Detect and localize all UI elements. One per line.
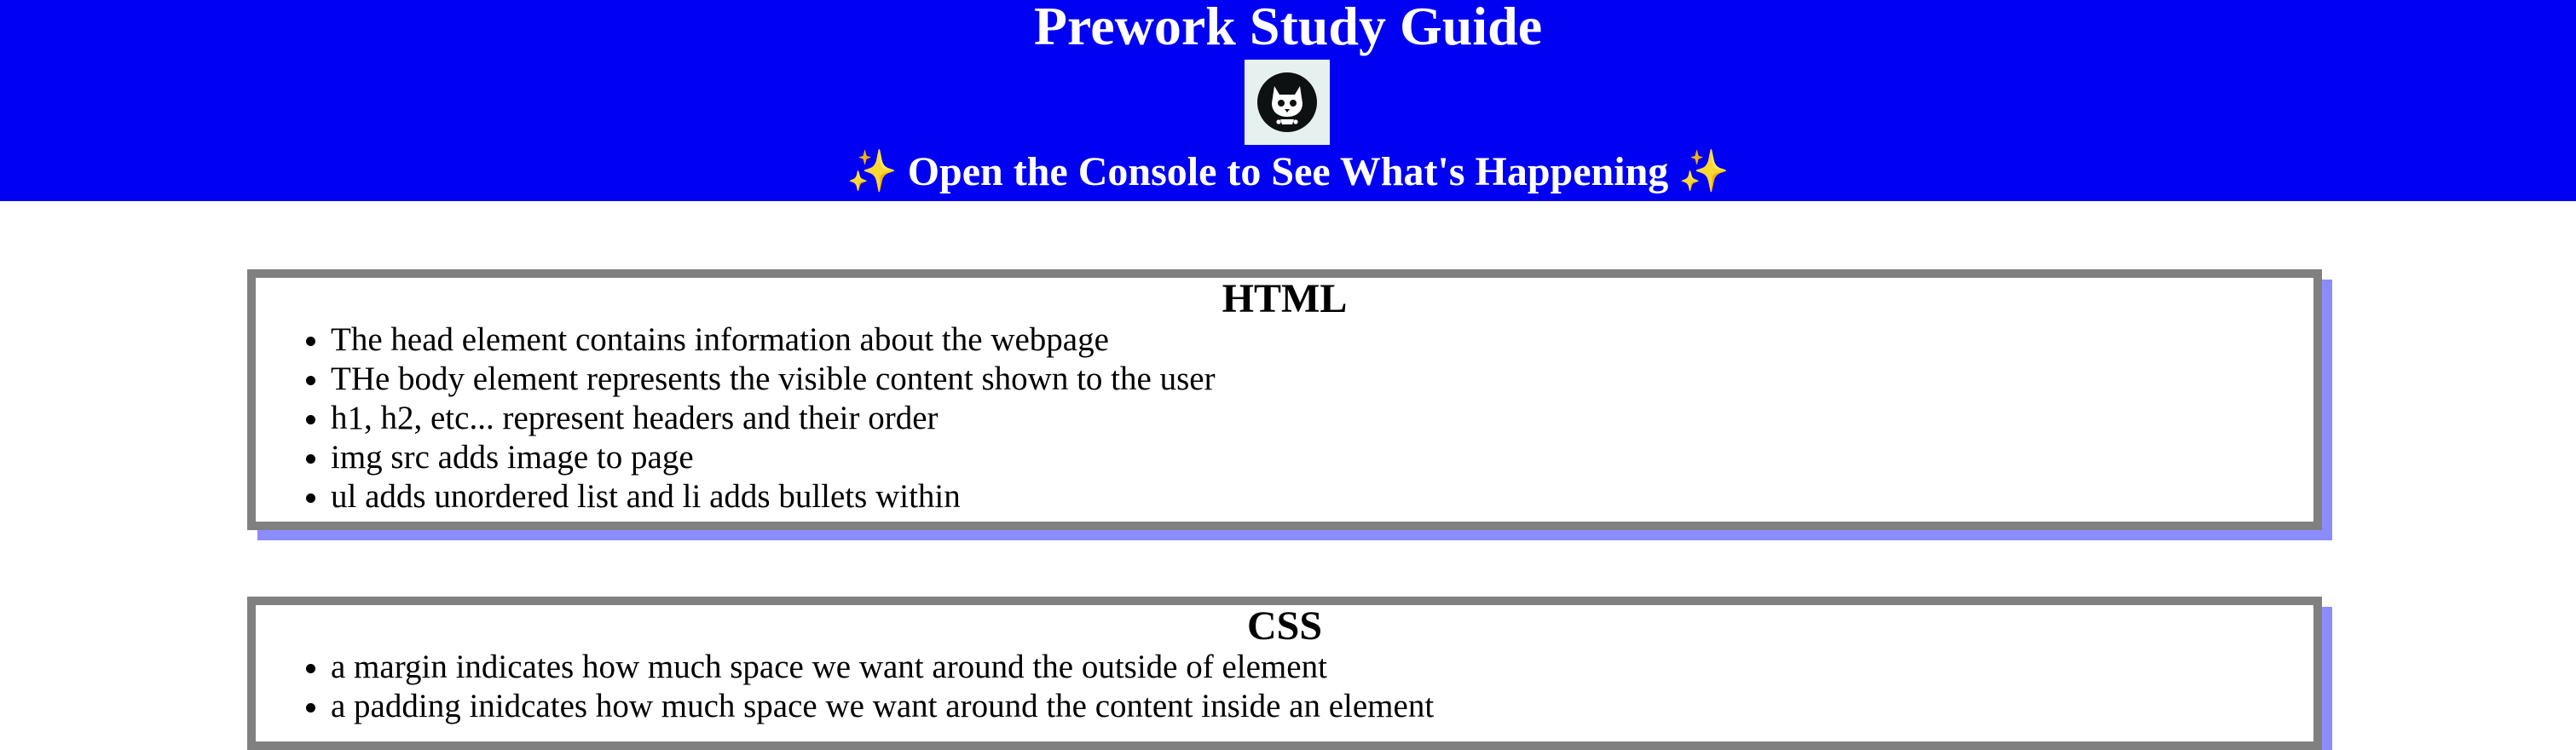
page-title: Prework Study Guide [1033, 0, 1543, 56]
list-item: a margin indicates how much space we wan… [331, 648, 2313, 687]
console-hint: ✨ Open the Console to See What's Happeni… [0, 143, 2576, 201]
html-notes-list: The head element contains information ab… [256, 320, 2313, 516]
cat-skull-icon [1257, 72, 1317, 132]
sparkle-icon: ✨ [1678, 149, 1730, 194]
list-item: ul adds unordered list and li adds bulle… [331, 477, 2313, 516]
css-section: CSS a margin indicates how much space we… [247, 597, 2322, 750]
html-section-heading: HTML [1222, 276, 1348, 321]
logo [1245, 60, 1330, 145]
console-hint-text: Open the Console to See What's Happening [907, 149, 1669, 194]
list-item: img src adds image to page [331, 438, 2313, 477]
list-item: a padding inidcates how much space we wa… [331, 687, 2313, 726]
page-header: Prework Study Guide ✨ Open the Console t… [0, 0, 2576, 201]
list-item: The head element contains information ab… [331, 320, 2313, 360]
sparkle-icon: ✨ [846, 149, 898, 194]
css-notes-list: a margin indicates how much space we wan… [256, 648, 2313, 726]
html-section: HTML The head element contains informati… [247, 269, 2322, 530]
list-item: THe body element represents the visible … [331, 360, 2313, 399]
list-item: h1, h2, etc... represent headers and the… [331, 399, 2313, 438]
css-section-heading: CSS [1246, 603, 1323, 649]
